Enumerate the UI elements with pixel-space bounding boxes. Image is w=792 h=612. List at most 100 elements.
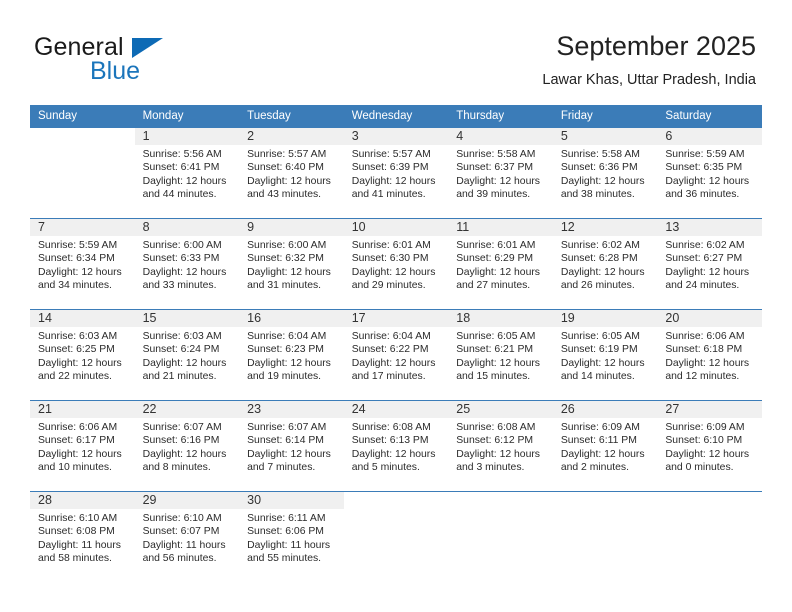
calendar-page: General Blue September 2025 Lawar Khas, … [0,0,792,612]
day-detail-daylight-line2: and 2 minutes. [560,461,629,473]
day-detail-lines: Sunrise: 6:02 AM Sunset: 6:28 PM Daylight:… [553,236,658,292]
calendar-day[interactable]: 10 Sunrise: 6:01 AM Sunset: 6:30 PM Dayligh… [343,219,449,309]
calendar-cell: 23 Sunrise: 6:07 AM Sunset: 6:14 PM Dayligh… [239,400,344,492]
calendar-day[interactable]: 1 Sunrise: 5:56 AM Sunset: 6:41 PM Daylight… [134,128,240,218]
calendar-week-row: 1 Sunrise: 5:56 AM Sunset: 6:41 PM Daylight… [30,128,762,219]
day-number: 13 [657,219,762,236]
day-detail-sunrise: Sunrise: 6:09 AM [665,422,745,433]
day-detail-daylight-line2: and 10 minutes. [38,461,112,473]
day-detail-sunrise: Sunrise: 6:05 AM [560,331,640,342]
day-detail-lines [552,509,658,512]
calendar-day[interactable]: 17 Sunrise: 6:04 AM Sunset: 6:22 PM Dayligh… [343,310,449,400]
calendar-day[interactable]: 13 Sunrise: 6:02 AM Sunset: 6:27 PM Dayligh… [657,219,762,309]
day-detail-daylight-line1: Daylight: 12 hours [560,448,645,460]
day-detail-sunset: Sunset: 6:21 PM [456,344,534,356]
calendar-day[interactable]: 24 Sunrise: 6:08 AM Sunset: 6:13 PM Dayligh… [343,401,449,491]
day-detail-lines: Sunrise: 5:57 AM Sunset: 6:39 PM Daylight:… [344,145,449,201]
calendar-day[interactable]: 2 Sunrise: 5:57 AM Sunset: 6:40 PM Daylight… [239,128,344,218]
day-detail-daylight-line2: and 14 minutes. [560,370,635,382]
calendar-day[interactable]: 7 Sunrise: 5:59 AM Sunset: 6:34 PM Daylight… [30,219,135,309]
calendar-day[interactable]: 5 Sunrise: 5:58 AM Sunset: 6:36 PM Daylight… [552,128,658,218]
calendar-day[interactable]: 22 Sunrise: 6:07 AM Sunset: 6:16 PM Dayligh… [134,401,240,491]
page-title: September 2025 [556,31,756,61]
day-detail-sunset: Sunset: 6:10 PM [665,435,743,447]
calendar-day[interactable]: 19 Sunrise: 6:05 AM Sunset: 6:19 PM Dayligh… [552,310,658,400]
day-detail-sunrise: Sunrise: 5:59 AM [38,240,118,251]
day-detail-sunset: Sunset: 6:25 PM [38,344,115,356]
calendar-day[interactable]: 26 Sunrise: 6:09 AM Sunset: 6:11 PM Dayligh… [552,401,658,491]
day-detail-daylight-line2: and 58 minutes. [38,552,112,564]
day-number: 24 [343,401,449,418]
calendar-week-row: 28 Sunrise: 6:10 AM Sunset: 6:08 PM Dayligh… [30,491,762,583]
day-detail-daylight-line1: Daylight: 12 hours [456,357,540,369]
calendar-cell [30,128,135,219]
day-detail-daylight-line2: and 44 minutes. [142,188,217,200]
day-detail-daylight-line2: and 8 minutes. [142,461,211,473]
calendar-day[interactable]: 21 Sunrise: 6:06 AM Sunset: 6:17 PM Dayligh… [30,401,135,491]
day-number: 6 [657,128,762,145]
calendar-day[interactable]: 6 Sunrise: 5:59 AM Sunset: 6:35 PM Daylight… [657,128,762,218]
day-detail-daylight-line1: Daylight: 12 hours [351,175,436,187]
calendar-day[interactable]: 18 Sunrise: 6:05 AM Sunset: 6:21 PM Dayligh… [448,310,553,400]
calendar-cell [448,491,553,583]
day-detail-sunrise: Sunrise: 6:06 AM [38,422,118,433]
day-detail-daylight-line2: and 24 minutes. [665,279,740,291]
calendar-day[interactable]: 28 Sunrise: 6:10 AM Sunset: 6:08 PM Dayligh… [30,492,135,582]
calendar-week-row: 14 Sunrise: 6:03 AM Sunset: 6:25 PM Dayligh… [30,309,762,401]
calendar-day[interactable]: 8 Sunrise: 6:00 AM Sunset: 6:33 PM Daylight… [134,219,240,309]
day-detail-lines: Sunrise: 5:59 AM Sunset: 6:35 PM Daylight:… [657,145,762,201]
calendar-day[interactable]: 20 Sunrise: 6:06 AM Sunset: 6:18 PM Dayligh… [657,310,762,400]
day-detail-daylight-line2: and 3 minutes. [456,461,525,473]
day-detail-daylight-line2: and 29 minutes. [351,279,426,291]
day-detail-lines: Sunrise: 6:03 AM Sunset: 6:25 PM Daylight:… [30,327,135,383]
calendar-day[interactable]: 25 Sunrise: 6:08 AM Sunset: 6:12 PM Dayligh… [448,401,553,491]
day-detail-lines: Sunrise: 6:10 AM Sunset: 6:07 PM Daylight:… [135,509,240,565]
day-number: 1 [134,128,240,145]
day-detail-sunset: Sunset: 6:12 PM [456,435,534,447]
calendar-day[interactable]: 29 Sunrise: 6:10 AM Sunset: 6:07 PM Dayligh… [134,492,240,582]
day-number: 5 [552,128,658,145]
calendar-day-empty [448,492,553,582]
calendar-day-empty [552,492,658,582]
day-detail-daylight-line2: and 21 minutes. [142,370,217,382]
calendar-day[interactable]: 27 Sunrise: 6:09 AM Sunset: 6:10 PM Dayligh… [657,401,762,491]
day-detail-sunrise: Sunrise: 5:57 AM [247,149,327,160]
day-detail-lines: Sunrise: 6:06 AM Sunset: 6:18 PM Daylight:… [657,327,762,383]
calendar-day[interactable]: 15 Sunrise: 6:03 AM Sunset: 6:24 PM Dayligh… [134,310,240,400]
day-detail-daylight-line1: Daylight: 12 hours [665,175,750,187]
calendar-day[interactable]: 16 Sunrise: 6:04 AM Sunset: 6:23 PM Dayligh… [239,310,344,400]
day-detail-sunrise: Sunrise: 6:10 AM [38,513,118,524]
day-detail-daylight-line2: and 19 minutes. [247,370,322,382]
day-detail-daylight-line1: Daylight: 11 hours [38,539,121,551]
day-number: 15 [134,310,240,327]
calendar-cell: 7 Sunrise: 5:59 AM Sunset: 6:34 PM Daylight… [30,218,135,310]
month-calendar-table: Sunday Monday Tuesday Wednesday Thursday… [30,105,762,583]
day-number: 23 [239,401,344,418]
calendar-cell: 14 Sunrise: 6:03 AM Sunset: 6:25 PM Dayligh… [30,309,135,401]
calendar-day[interactable]: 12 Sunrise: 6:02 AM Sunset: 6:28 PM Dayligh… [552,219,658,309]
day-detail-daylight-line1: Daylight: 11 hours [247,539,331,551]
day-detail-daylight-line2: and 43 minutes. [247,188,322,200]
calendar-cell: 12 Sunrise: 6:02 AM Sunset: 6:28 PM Dayligh… [552,218,658,310]
calendar-day[interactable]: 11 Sunrise: 6:01 AM Sunset: 6:29 PM Dayligh… [448,219,553,309]
day-detail-sunset: Sunset: 6:06 PM [247,526,324,538]
day-detail-sunrise: Sunrise: 6:00 AM [247,240,327,251]
day-number: 4 [448,128,553,145]
calendar-day[interactable]: 14 Sunrise: 6:03 AM Sunset: 6:25 PM Dayligh… [30,310,135,400]
calendar-day[interactable]: 4 Sunrise: 5:58 AM Sunset: 6:37 PM Daylight… [448,128,553,218]
day-detail-daylight-line1: Daylight: 12 hours [351,357,436,369]
calendar-day[interactable]: 30 Sunrise: 6:11 AM Sunset: 6:06 PM Dayligh… [239,492,344,582]
general-blue-logo[interactable]: General Blue [34,33,264,89]
day-detail-daylight-line2: and 0 minutes. [665,461,734,473]
day-detail-daylight-line1: Daylight: 12 hours [247,266,331,278]
calendar-day[interactable]: 9 Sunrise: 6:00 AM Sunset: 6:32 PM Daylight… [239,219,344,309]
calendar-cell: 19 Sunrise: 6:05 AM Sunset: 6:19 PM Dayligh… [552,309,658,401]
day-detail-daylight-line2: and 7 minutes. [247,461,316,473]
day-detail-daylight-line2: and 33 minutes. [142,279,217,291]
calendar-day[interactable]: 23 Sunrise: 6:07 AM Sunset: 6:14 PM Dayligh… [239,401,344,491]
day-detail-sunrise: Sunrise: 5:58 AM [560,149,640,160]
day-detail-daylight-line1: Daylight: 12 hours [665,266,750,278]
calendar-day[interactable]: 3 Sunrise: 5:57 AM Sunset: 6:39 PM Daylight… [343,128,449,218]
calendar-cell: 9 Sunrise: 6:00 AM Sunset: 6:32 PM Daylight… [239,218,344,310]
calendar-cell: 1 Sunrise: 5:56 AM Sunset: 6:41 PM Daylight… [134,128,240,219]
